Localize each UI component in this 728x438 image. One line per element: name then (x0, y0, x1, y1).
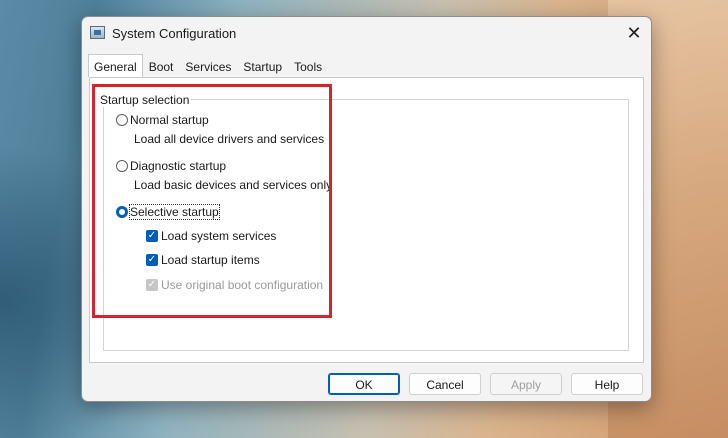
startup-selection-label: Startup selection (98, 93, 192, 107)
cancel-button[interactable]: Cancel (409, 373, 481, 395)
diagnostic-startup-option[interactable]: Diagnostic startup (116, 159, 226, 173)
close-button[interactable]: ✕ (621, 21, 647, 45)
window-title: System Configuration (112, 26, 237, 41)
selective-startup-option[interactable]: Selective startup (116, 204, 220, 220)
use-original-boot-config-label: Use original boot configuration (161, 278, 324, 292)
load-system-services-option[interactable]: ✓ Load system services (146, 229, 276, 243)
load-startup-items-option[interactable]: ✓ Load startup items (146, 253, 260, 267)
load-startup-items-label: Load startup items (161, 253, 260, 267)
selective-startup-label: Selective startup (129, 204, 220, 220)
selective-startup-radio[interactable] (116, 206, 128, 218)
tab-boot[interactable]: Boot (143, 56, 180, 77)
load-system-services-checkbox[interactable]: ✓ (146, 230, 158, 242)
normal-startup-radio[interactable] (116, 114, 128, 126)
ok-button[interactable]: OK (328, 373, 400, 395)
diagnostic-startup-description: Load basic devices and services only (134, 178, 333, 192)
tab-strip: General Boot Services Startup Tools (88, 54, 328, 78)
tab-general[interactable]: General (88, 54, 143, 77)
help-button[interactable]: Help (571, 373, 643, 395)
title-bar: System Configuration ✕ (82, 17, 651, 51)
system-configuration-icon (90, 26, 105, 39)
use-original-boot-config-option: ✓ Use original boot configuration (146, 278, 323, 292)
tab-tools[interactable]: Tools (288, 56, 328, 77)
normal-startup-description: Load all device drivers and services (134, 132, 325, 146)
close-icon: ✕ (626, 22, 642, 43)
load-startup-items-checkbox[interactable]: ✓ (146, 254, 158, 266)
normal-startup-label: Normal startup (130, 113, 209, 127)
system-configuration-window: System Configuration ✕ General Boot Serv… (81, 16, 652, 402)
tab-startup[interactable]: Startup (237, 56, 288, 77)
diagnostic-startup-radio[interactable] (116, 160, 128, 172)
tab-services[interactable]: Services (179, 56, 237, 77)
load-system-services-label: Load system services (161, 229, 277, 243)
diagnostic-startup-label: Diagnostic startup (130, 159, 227, 173)
use-original-boot-config-checkbox: ✓ (146, 279, 158, 291)
apply-button: Apply (490, 373, 562, 395)
general-tab-panel: Startup selection Normal startup Load al… (89, 77, 644, 363)
normal-startup-option[interactable]: Normal startup (116, 113, 209, 127)
